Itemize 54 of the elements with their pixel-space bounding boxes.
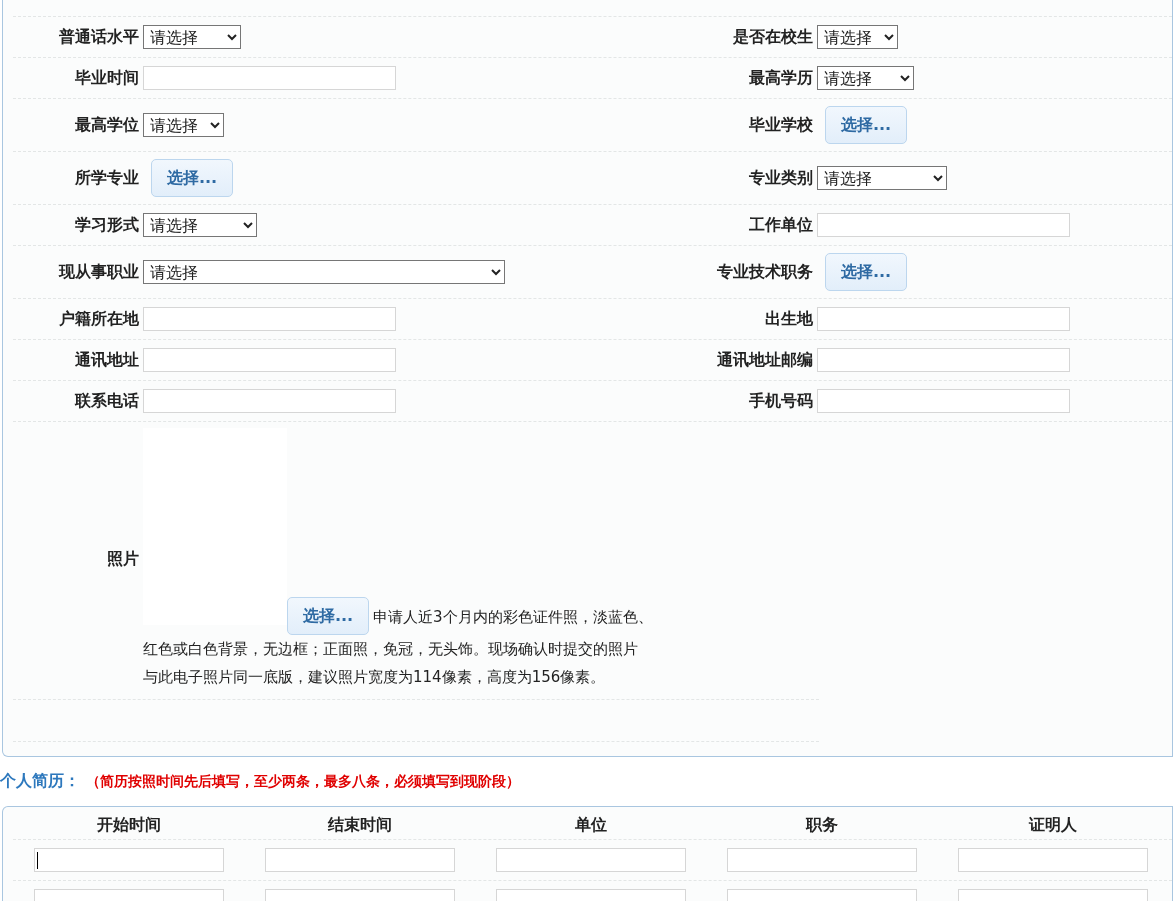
select-button[interactable]: 选择...: [825, 253, 907, 291]
text-field[interactable]: [33, 848, 224, 872]
column-header: 结束时间: [326, 814, 393, 836]
field-label: 毕业学校: [748, 114, 813, 136]
field-label: 工作单位: [748, 214, 813, 236]
field-label: 是否在校生: [732, 26, 813, 48]
dropdown[interactable]: 请选择: [143, 25, 241, 49]
field-label: 所学专业: [74, 167, 139, 189]
field-label: 联系电话: [74, 390, 139, 412]
column-header: 证明人: [1027, 814, 1078, 836]
field-label: 手机号码: [748, 390, 813, 412]
field-label: 最高学历: [748, 67, 813, 89]
dropdown[interactable]: 请选择: [143, 213, 257, 237]
section-note: （简历按照时间先后填写，至少两条，最多八条，必须填写到现阶段）: [86, 773, 520, 789]
text-field[interactable]: [817, 213, 1070, 237]
field-label: 毕业时间: [74, 67, 139, 89]
field-label: 专业技术职务: [716, 261, 813, 283]
text-cursor: [36, 852, 38, 869]
select-button[interactable]: 选择...: [825, 106, 907, 144]
field-label: 户籍所在地: [58, 308, 139, 330]
dropdown[interactable]: 请选择: [143, 113, 224, 137]
text-field[interactable]: [143, 389, 396, 413]
text-field[interactable]: [817, 389, 1070, 413]
field-label: 普通话水平: [58, 26, 139, 48]
field-label: 现从事职业: [57, 261, 139, 283]
field-label: 通讯地址邮编: [716, 349, 813, 371]
text-field[interactable]: [143, 307, 396, 331]
text-field[interactable]: [817, 307, 1070, 331]
text-field[interactable]: [143, 66, 396, 90]
field-label: 照片: [106, 549, 139, 570]
photo-instructions: 红色或白色背景，无边框；正面照，免冠，无头饰。现场确认时提交的照片: [143, 639, 639, 660]
column-header: 职务: [804, 814, 839, 836]
column-header: 开始时间: [95, 814, 162, 836]
text-field[interactable]: [143, 348, 396, 372]
dropdown[interactable]: 请选择: [143, 260, 505, 284]
dropdown[interactable]: 请选择: [817, 25, 898, 49]
field-label: 专业类别: [748, 167, 813, 189]
text-field[interactable]: [957, 848, 1148, 872]
field-label: 最高学位: [74, 114, 139, 136]
text-field[interactable]: [495, 848, 686, 872]
dropdown[interactable]: 请选择: [817, 166, 947, 190]
select-button[interactable]: 选择...: [151, 159, 233, 197]
column-header: 单位: [573, 814, 608, 836]
text-field[interactable]: [264, 848, 455, 872]
select-button[interactable]: 选择...: [287, 597, 369, 635]
dropdown[interactable]: 请选择: [817, 66, 914, 90]
text-field[interactable]: [726, 848, 917, 872]
section-title: 个人简历：: [0, 771, 80, 790]
field-label: 通讯地址: [74, 349, 139, 371]
photo-instructions: 申请人近3个月内的彩色证件照，淡蓝色、: [373, 607, 653, 628]
photo-instructions: 与此电子照片同一底版，建议照片宽度为114像素，高度为156像素。: [143, 667, 607, 688]
text-field[interactable]: [817, 348, 1070, 372]
field-label: 学习形式: [74, 214, 139, 236]
field-label: 出生地: [764, 308, 813, 330]
